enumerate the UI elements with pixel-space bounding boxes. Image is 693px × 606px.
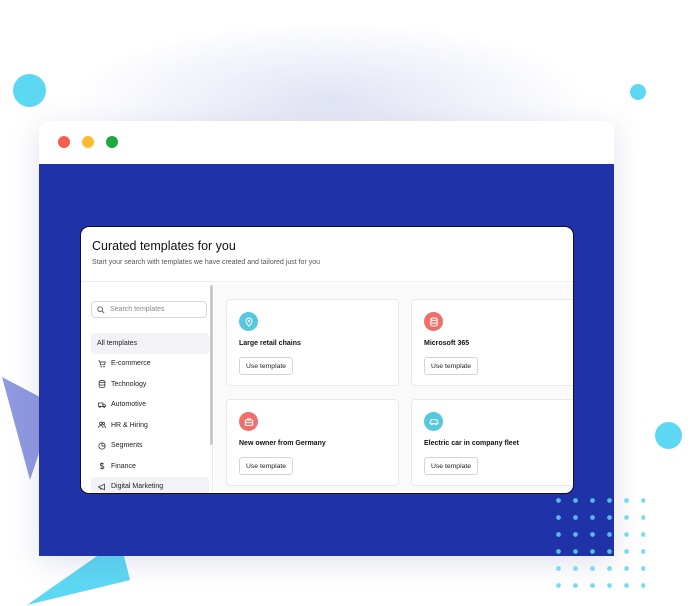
nav-item-label: Technology xyxy=(111,380,147,388)
template-name: Microsoft 365 xyxy=(424,340,470,347)
dollar-icon xyxy=(97,462,106,471)
close-dot[interactable] xyxy=(58,136,70,148)
decorative-circle-large xyxy=(13,74,46,107)
template-card[interactable]: New owner from Germany Use template xyxy=(226,399,399,486)
truck-icon xyxy=(97,400,106,409)
panel-header: Curated templates for you Start your sea… xyxy=(81,227,573,282)
people-icon xyxy=(97,421,106,430)
nav-item-all-templates[interactable]: All templates xyxy=(91,333,209,354)
search-input[interactable]: Search templates xyxy=(91,301,207,318)
template-grid: Large retail chains Use template Microso… xyxy=(214,285,573,493)
use-template-button[interactable]: Use template xyxy=(424,357,479,375)
template-name: Large retail chains xyxy=(239,340,301,347)
nav-item-digital-marketing[interactable]: Digital Marketing xyxy=(91,476,209,493)
use-template-button[interactable]: Use template xyxy=(424,457,479,475)
briefcase-icon xyxy=(239,412,258,431)
template-name: Electric car in company fleet xyxy=(424,440,519,447)
nav-item-finance[interactable]: Finance xyxy=(91,456,209,477)
car-icon xyxy=(424,412,443,431)
sidebar-scrollbar[interactable] xyxy=(210,285,213,445)
nav-item-hr-hiring[interactable]: HR & Hiring xyxy=(91,415,209,436)
search-icon xyxy=(97,305,105,314)
use-template-button[interactable]: Use template xyxy=(239,357,294,375)
template-name: New owner from Germany xyxy=(239,440,326,447)
category-nav: All templates E-commerce Technology Auto… xyxy=(91,333,209,493)
minimize-dot[interactable] xyxy=(82,136,94,148)
maximize-dot[interactable] xyxy=(106,136,118,148)
megaphone-icon xyxy=(97,482,106,491)
window-titlebar xyxy=(39,121,614,164)
nav-item-label: Segments xyxy=(111,442,143,450)
cart-icon xyxy=(97,359,106,368)
nav-item-label: Digital Marketing xyxy=(111,483,164,491)
decorative-dot-grid xyxy=(550,492,645,592)
templates-panel: Curated templates for you Start your sea… xyxy=(80,226,574,494)
nav-item-ecommerce[interactable]: E-commerce xyxy=(91,354,209,375)
template-card[interactable]: Microsoft 365 Use template xyxy=(411,299,573,386)
nav-item-segments[interactable]: Segments xyxy=(91,436,209,457)
page-title: Curated templates for you xyxy=(92,239,236,253)
nav-item-label: E-commerce xyxy=(111,360,151,368)
search-placeholder: Search templates xyxy=(110,306,165,313)
browser-window: Curated templates for you Start your sea… xyxy=(39,121,614,556)
pie-chart-icon xyxy=(97,441,106,450)
nav-item-label: HR & Hiring xyxy=(111,421,148,429)
template-card[interactable]: Electric car in company fleet Use templa… xyxy=(411,399,573,486)
nav-item-automotive[interactable]: Automotive xyxy=(91,395,209,416)
decorative-circle-small xyxy=(630,84,646,100)
decorative-circle-right xyxy=(655,422,682,449)
page-subtitle: Start your search with templates we have… xyxy=(92,259,321,266)
template-card[interactable]: Large retail chains Use template xyxy=(226,299,399,386)
nav-item-label: Finance xyxy=(111,462,136,470)
category-sidebar: Search templates All templates E-commerc… xyxy=(81,285,213,493)
nav-item-label: All templates xyxy=(97,339,138,347)
database-icon xyxy=(424,312,443,331)
nav-item-label: Automotive xyxy=(111,401,147,409)
database-icon xyxy=(97,380,106,389)
location-pin-icon xyxy=(239,312,258,331)
use-template-button[interactable]: Use template xyxy=(239,457,294,475)
nav-item-technology[interactable]: Technology xyxy=(91,374,209,395)
browser-viewport: Curated templates for you Start your sea… xyxy=(39,164,614,556)
